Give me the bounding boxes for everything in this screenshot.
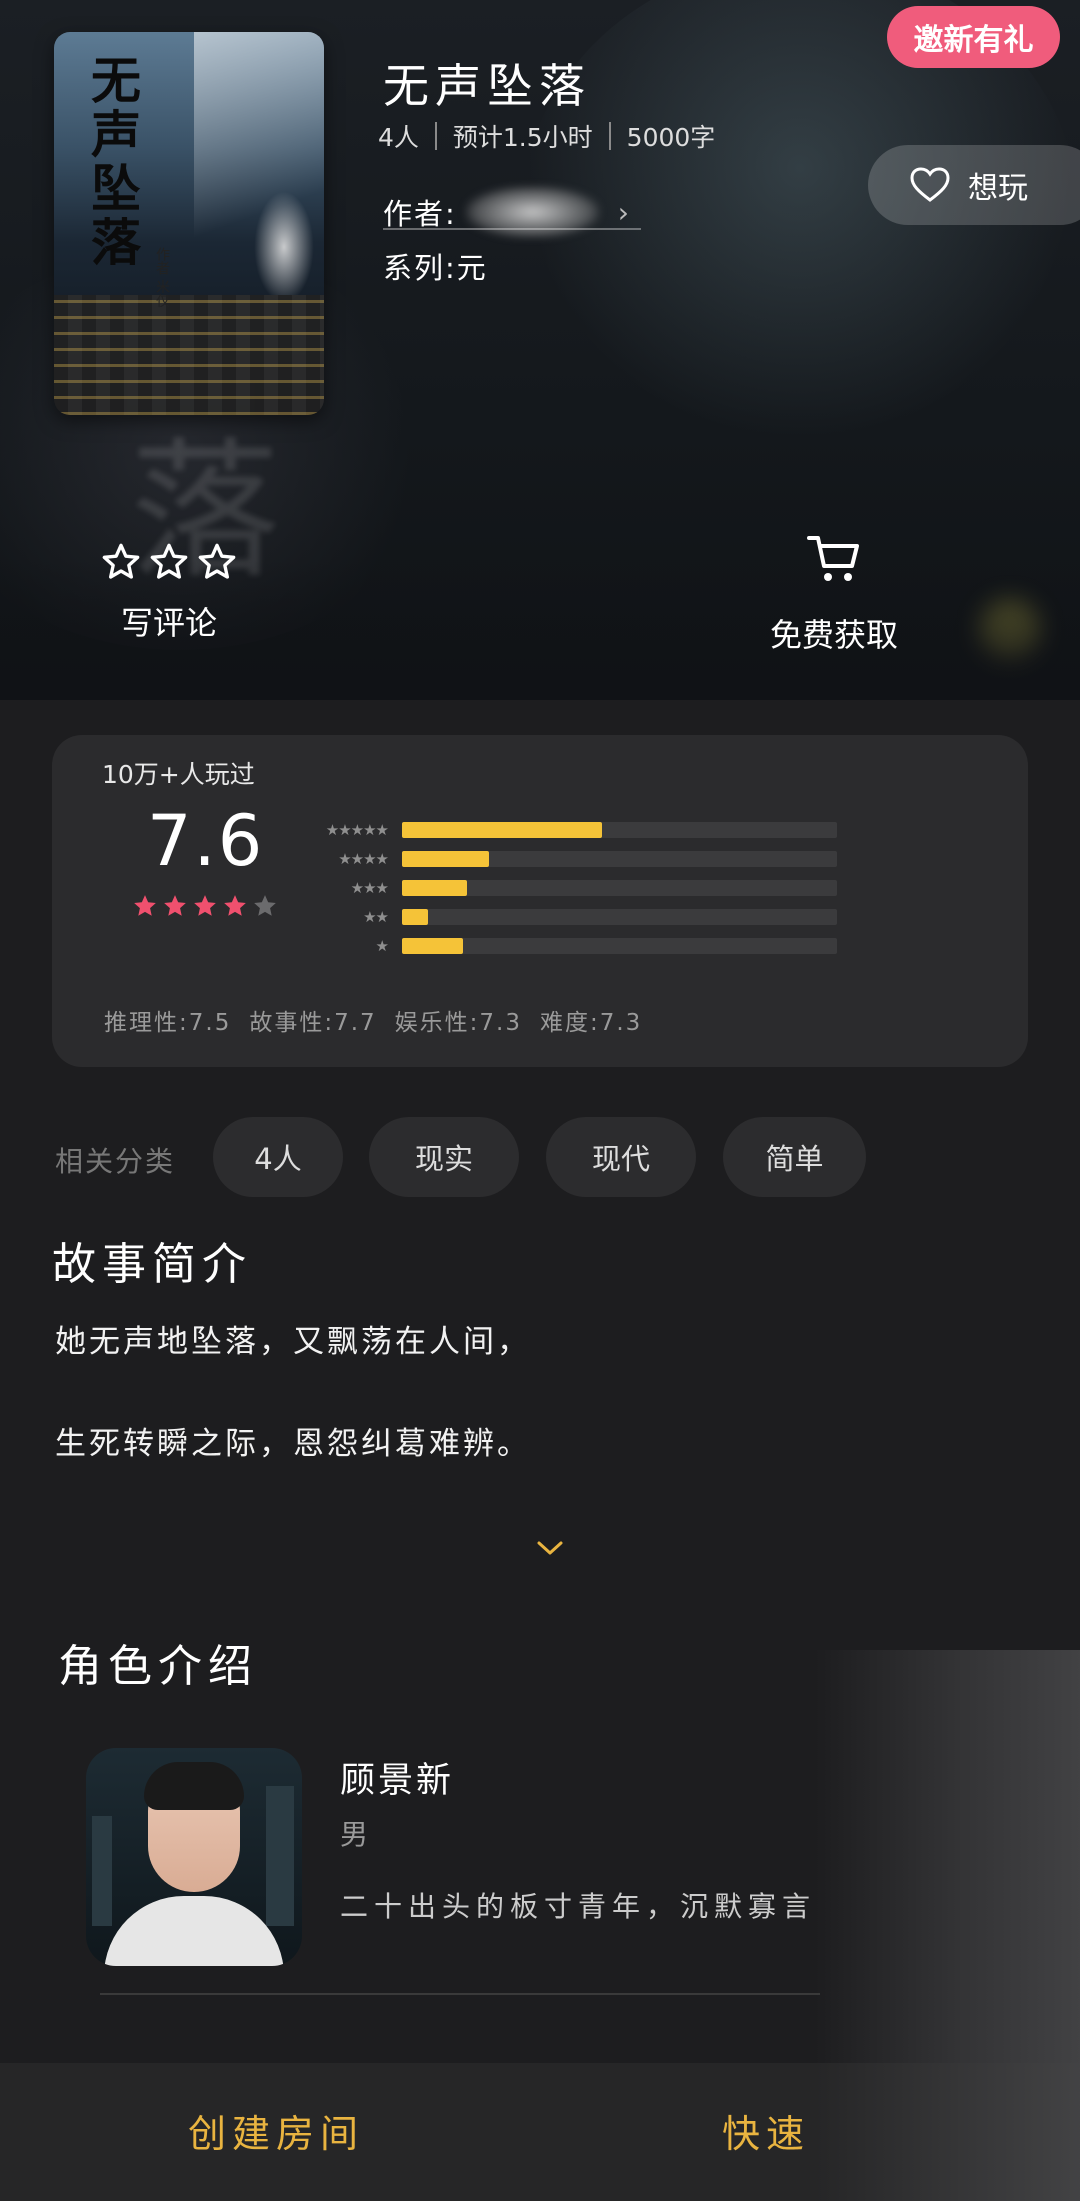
rating-bar-row: ★ — [288, 931, 837, 960]
player-count: 4人 — [378, 123, 419, 152]
meta-divider — [608, 122, 611, 150]
character-gender: 男 — [340, 1818, 369, 1851]
star-outline-icon — [198, 543, 236, 579]
star-filled-icon — [134, 895, 156, 916]
invite-reward-button[interactable]: 邀新有礼 — [887, 6, 1060, 68]
rating-card: 10万+人玩过 7.6 ★★★★★ ★★★★ ★★★ ★★ ★ 推理性:7.5 故事性:7… — [52, 735, 1028, 1067]
rating-bar-fill — [402, 879, 468, 896]
character-description: 二十出头的板寸青年，沉默寡言 — [340, 1890, 817, 1923]
edge-fade-overlay — [815, 2063, 1080, 2201]
star-filled-icon — [224, 895, 246, 916]
heart-icon — [910, 167, 950, 202]
write-review-label: 写评论 — [120, 604, 217, 642]
author-underline — [383, 228, 641, 230]
category-tag[interactable]: 现实 — [369, 1117, 519, 1197]
related-categories-label: 相关分类 — [55, 1145, 176, 1178]
word-count: 5000字 — [626, 123, 716, 152]
cover-falling-figure — [249, 182, 319, 312]
game-cover-image[interactable]: 无声坠落 作者 米仅 — [54, 32, 324, 415]
star-empty-icon — [254, 895, 276, 916]
author-name-redacted — [464, 186, 600, 238]
played-count: 10万+人玩过 — [102, 760, 255, 789]
rating-bar-row: ★★★★ — [288, 844, 837, 873]
story-section-title: 故事简介 — [52, 1239, 252, 1290]
character-avatar[interactable] — [86, 1748, 302, 1966]
hero-header: 落 无声坠落 作者 米仅 无声坠落 4人 预计1.5小时 5000字 作者: ›… — [0, 0, 1080, 700]
character-divider — [100, 1993, 820, 1995]
star-level-label: ★ — [375, 936, 389, 955]
avatar-shirt — [104, 1896, 284, 1966]
avatar-hair — [144, 1762, 244, 1810]
character-name: 顾景新 — [340, 1761, 455, 1801]
meta-divider — [434, 122, 437, 150]
chevron-right-icon: › — [617, 195, 631, 229]
cart-icon — [807, 536, 859, 581]
cover-author: 作者 米仅 — [154, 247, 170, 308]
author-link[interactable]: 作者: › — [383, 186, 631, 238]
free-get-label: 免费获取 — [770, 616, 899, 654]
star-level-label: ★★★ — [350, 878, 389, 897]
rating-bar-track — [402, 879, 837, 896]
write-review-button[interactable]: 写评论 — [100, 542, 238, 644]
rate-stars — [100, 542, 238, 582]
character-section-title: 角色介绍 — [58, 1641, 258, 1692]
hero-backdrop-glow — [520, 0, 1080, 480]
avatar-bg-building — [92, 1816, 112, 1926]
category-tag[interactable]: 现代 — [546, 1117, 696, 1197]
create-room-button[interactable]: 创建房间 — [188, 2103, 364, 2158]
rating-bar-fill — [402, 821, 603, 838]
rating-metric: 推理性:7.5 — [104, 1010, 232, 1036]
expand-chevron-icon[interactable] — [535, 1538, 565, 1558]
star-level-label: ★★ — [363, 907, 389, 926]
cover-title: 无声坠落 — [83, 54, 142, 270]
star-filled-icon — [194, 895, 216, 916]
star-outline-icon — [150, 543, 188, 579]
game-meta: 4人 预计1.5小时 5000字 — [378, 118, 715, 154]
star-outline-icon — [102, 543, 140, 579]
star-level-label: ★★★★★ — [325, 820, 389, 839]
want-to-play-label: 想玩 — [968, 171, 1028, 206]
bottom-action-bar: 创建房间 快速 — [0, 2063, 1080, 2201]
cart-wrapper — [806, 532, 862, 610]
game-title: 无声坠落 — [383, 59, 591, 113]
rating-metric: 娱乐性:7.3 — [394, 1010, 522, 1036]
category-tag[interactable]: 4人 — [213, 1117, 343, 1197]
rating-distribution: ★★★★★ ★★★★ ★★★ ★★ ★ — [288, 815, 837, 960]
category-tag[interactable]: 简单 — [723, 1117, 866, 1197]
rating-bar-track — [402, 821, 837, 838]
rating-bar-row: ★★★ — [288, 873, 837, 902]
estimated-duration: 预计1.5小时 — [452, 123, 593, 152]
story-line: 她无声地坠落，又飘荡在人间， — [55, 1324, 531, 1360]
series-label: 系列:元 — [383, 251, 488, 285]
cover-cityscape — [54, 295, 324, 415]
rating-bar-track — [402, 908, 837, 925]
rating-bar-fill — [402, 850, 489, 867]
want-to-play-button[interactable]: 想玩 — [868, 145, 1080, 225]
rating-bar-row: ★★★★★ — [288, 815, 837, 844]
quick-match-button[interactable]: 快速 — [722, 2103, 810, 2158]
edge-fade-overlay — [815, 1650, 1080, 2070]
rating-bar-row: ★★ — [288, 902, 837, 931]
rating-score: 7.6 — [147, 800, 265, 882]
story-line: 生死转瞬之际，恩怨纠葛难辨。 — [55, 1426, 531, 1462]
star-filled-icon — [164, 895, 186, 916]
rating-metric: 故事性:7.7 — [249, 1010, 377, 1036]
rating-metric: 难度:7.3 — [539, 1010, 643, 1036]
author-label: 作者: — [383, 197, 457, 231]
avatar-bg-building — [266, 1786, 294, 1926]
rating-bar-fill — [402, 908, 429, 925]
star-level-label: ★★★★ — [338, 849, 389, 868]
rating-bar-track — [402, 937, 837, 954]
rating-metrics: 推理性:7.5 故事性:7.7 娱乐性:7.3 难度:7.3 — [104, 1003, 660, 1037]
rating-bar-fill — [402, 937, 463, 954]
free-get-button[interactable]: 免费获取 — [770, 532, 898, 656]
rating-bar-track — [402, 850, 837, 867]
rating-stars — [132, 893, 278, 919]
